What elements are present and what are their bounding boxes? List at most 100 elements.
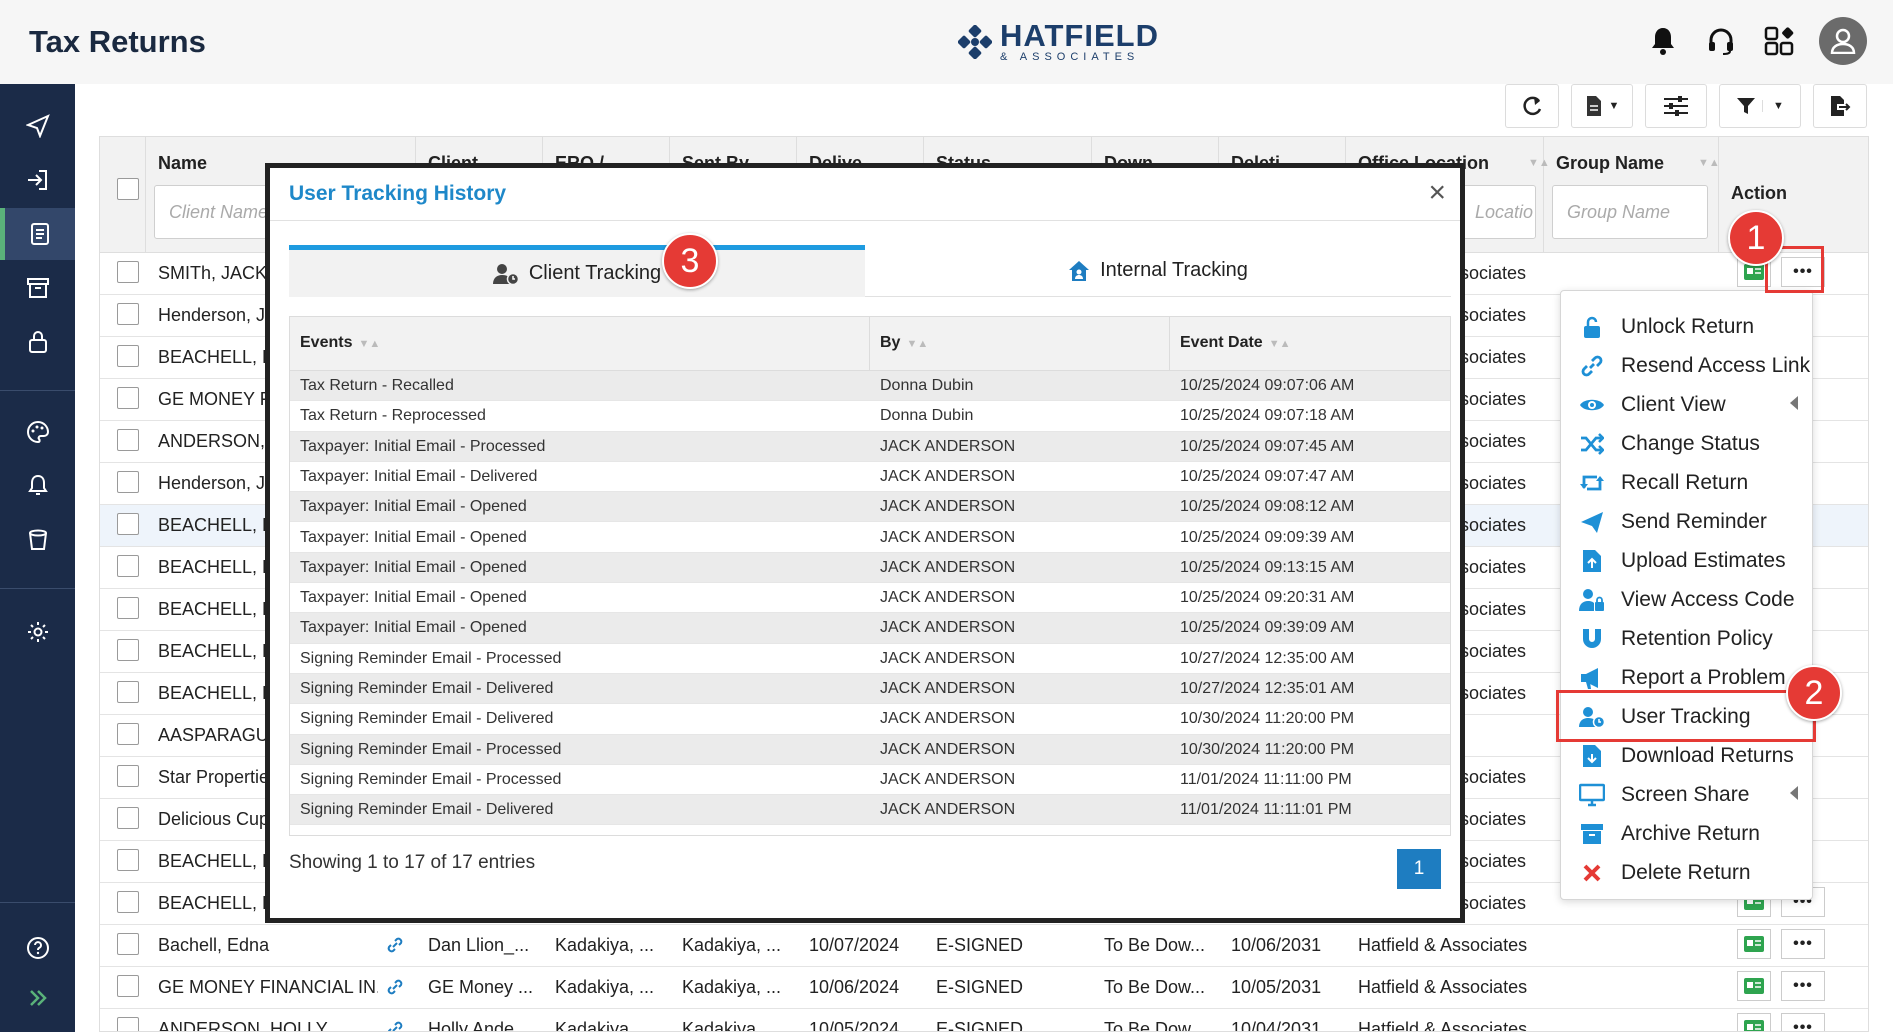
more-actions-button[interactable]: •••: [1781, 929, 1825, 959]
table-row[interactable]: ANDERSON, HOLLY Holly Ande... Kadakiya, ..…: [100, 1009, 1868, 1031]
user-avatar[interactable]: [1819, 17, 1867, 65]
send-icon[interactable]: [0, 100, 75, 152]
help-icon[interactable]: [0, 922, 75, 974]
row-name[interactable]: GE MONEY FI: [158, 389, 278, 410]
column-events[interactable]: Events ▼▲: [290, 317, 870, 371]
tab-internal-tracking[interactable]: Internal Tracking: [865, 245, 1451, 297]
row-checkbox[interactable]: [117, 261, 139, 283]
menu-item-delete-return[interactable]: Delete Return: [1561, 853, 1812, 892]
expand-icon[interactable]: [0, 972, 75, 1024]
sort-icon[interactable]: ▼▲: [1698, 157, 1720, 169]
menu-item-retention-policy[interactable]: Retention Policy: [1561, 619, 1812, 658]
trash-icon[interactable]: [0, 514, 75, 566]
row-checkbox[interactable]: [117, 933, 139, 955]
table-row[interactable]: Bachell, Edna Dan Llion_... Kadakiya, ... K…: [100, 925, 1868, 967]
row-checkbox[interactable]: [117, 513, 139, 535]
row-name[interactable]: BEACHELL, ED: [158, 515, 278, 536]
row-checkbox[interactable]: [117, 429, 139, 451]
lock-icon[interactable]: [0, 316, 75, 368]
row-name[interactable]: Henderson, Ja: [158, 305, 278, 326]
row-name[interactable]: SMITh, JACK: [158, 263, 278, 284]
column-settings-button[interactable]: [1645, 84, 1707, 128]
row-checkbox[interactable]: [117, 891, 139, 913]
menu-item-send-reminder[interactable]: Send Reminder: [1561, 502, 1812, 541]
id-card-icon[interactable]: [1737, 971, 1771, 1001]
event-cell: Taxpayer: Initial Email - Opened: [300, 589, 527, 607]
menu-item-client-view[interactable]: Client View: [1561, 385, 1812, 424]
row-checkbox[interactable]: [117, 345, 139, 367]
page-1-button[interactable]: 1: [1397, 849, 1441, 889]
login-icon[interactable]: [0, 154, 75, 206]
row-checkbox[interactable]: [117, 765, 139, 787]
row-name[interactable]: BEACHELL, ED: [158, 347, 278, 368]
row-checkbox[interactable]: [117, 807, 139, 829]
group-name-filter-input[interactable]: Group Name: [1552, 185, 1708, 239]
row-checkbox[interactable]: [117, 303, 139, 325]
row-checkbox[interactable]: [117, 471, 139, 493]
link-icon[interactable]: [385, 977, 405, 1002]
row-name[interactable]: BEACHELL, ED: [158, 893, 278, 914]
notification-bell-icon[interactable]: [1645, 23, 1681, 59]
tab-client-tracking[interactable]: Client Tracking: [289, 245, 865, 297]
column-event-date[interactable]: Event Date ▼▲: [1170, 317, 1452, 371]
menu-item-unlock-return[interactable]: Unlock Return: [1561, 307, 1812, 346]
export-document-button[interactable]: ▼: [1571, 84, 1633, 128]
menu-item-screen-share[interactable]: Screen Share: [1561, 775, 1812, 814]
row-name[interactable]: Star Propertie: [158, 767, 278, 788]
document-icon[interactable]: [0, 208, 75, 260]
export-button[interactable]: [1813, 84, 1867, 128]
row-name[interactable]: BEACHELL, ED: [158, 557, 278, 578]
bell-icon[interactable]: [0, 460, 75, 512]
row-name[interactable]: BEACHELL, ED: [158, 851, 278, 872]
row-name[interactable]: GE MONEY FINANCIAL IN...: [158, 977, 378, 998]
row-name[interactable]: ANDERSON, J: [158, 431, 278, 452]
id-card-icon[interactable]: [1737, 1013, 1771, 1031]
row-checkbox[interactable]: [117, 1017, 139, 1031]
row-name[interactable]: AASPARAGUS: [158, 725, 278, 746]
annotation-badge-1: 1: [1728, 210, 1784, 266]
more-actions-button[interactable]: •••: [1781, 971, 1825, 1001]
link-icon[interactable]: [385, 1019, 405, 1031]
row-client: Dan Llion_...: [428, 935, 530, 955]
menu-item-label: Change Status: [1621, 431, 1760, 455]
row-checkbox[interactable]: [117, 387, 139, 409]
gear-icon[interactable]: [0, 606, 75, 658]
row-office: sociates: [1460, 389, 1527, 409]
row-checkbox[interactable]: [117, 723, 139, 745]
link-icon[interactable]: [385, 935, 405, 960]
row-download: To Be Dow...: [1104, 935, 1206, 955]
megaphone-icon: [1579, 665, 1605, 691]
close-icon[interactable]: ×: [1428, 178, 1446, 208]
column-group-name[interactable]: Group Name ▼▲ Group Name: [1544, 137, 1720, 253]
row-name[interactable]: BEACHELL, ED: [158, 683, 278, 704]
archive-icon[interactable]: [0, 262, 75, 314]
headset-icon[interactable]: [1703, 23, 1739, 59]
menu-item-resend-access-link[interactable]: Resend Access Link: [1561, 346, 1812, 385]
filter-button[interactable]: ▼: [1719, 84, 1801, 128]
row-checkbox[interactable]: [117, 597, 139, 619]
menu-item-archive-return[interactable]: Archive Return: [1561, 814, 1812, 853]
row-checkbox[interactable]: [117, 681, 139, 703]
id-card-icon[interactable]: [1737, 929, 1771, 959]
menu-item-upload-estimates[interactable]: Upload Estimates: [1561, 541, 1812, 580]
row-checkbox[interactable]: [117, 555, 139, 577]
row-name[interactable]: BEACHELL, ED: [158, 641, 278, 662]
palette-icon[interactable]: [0, 406, 75, 458]
row-checkbox[interactable]: [117, 849, 139, 871]
row-name[interactable]: Delicious Cup: [158, 809, 278, 830]
menu-item-change-status[interactable]: Change Status: [1561, 424, 1812, 463]
row-checkbox[interactable]: [117, 975, 139, 997]
menu-item-recall-return[interactable]: Recall Return: [1561, 463, 1812, 502]
row-name[interactable]: Henderson, Ja: [158, 473, 278, 494]
row-name[interactable]: ANDERSON, HOLLY: [158, 1019, 378, 1031]
row-name[interactable]: BEACHELL, ED: [158, 599, 278, 620]
select-all-checkbox[interactable]: [117, 178, 139, 200]
row-checkbox[interactable]: [117, 639, 139, 661]
more-actions-button[interactable]: •••: [1781, 1013, 1825, 1031]
apps-grid-icon[interactable]: [1761, 23, 1797, 59]
column-by[interactable]: By ▼▲: [870, 317, 1170, 371]
row-name[interactable]: Bachell, Edna: [158, 935, 378, 956]
menu-item-view-access-code[interactable]: View Access Code: [1561, 580, 1812, 619]
table-row[interactable]: GE MONEY FINANCIAL IN... GE Money ... Kada…: [100, 967, 1868, 1009]
refresh-button[interactable]: [1505, 84, 1559, 128]
